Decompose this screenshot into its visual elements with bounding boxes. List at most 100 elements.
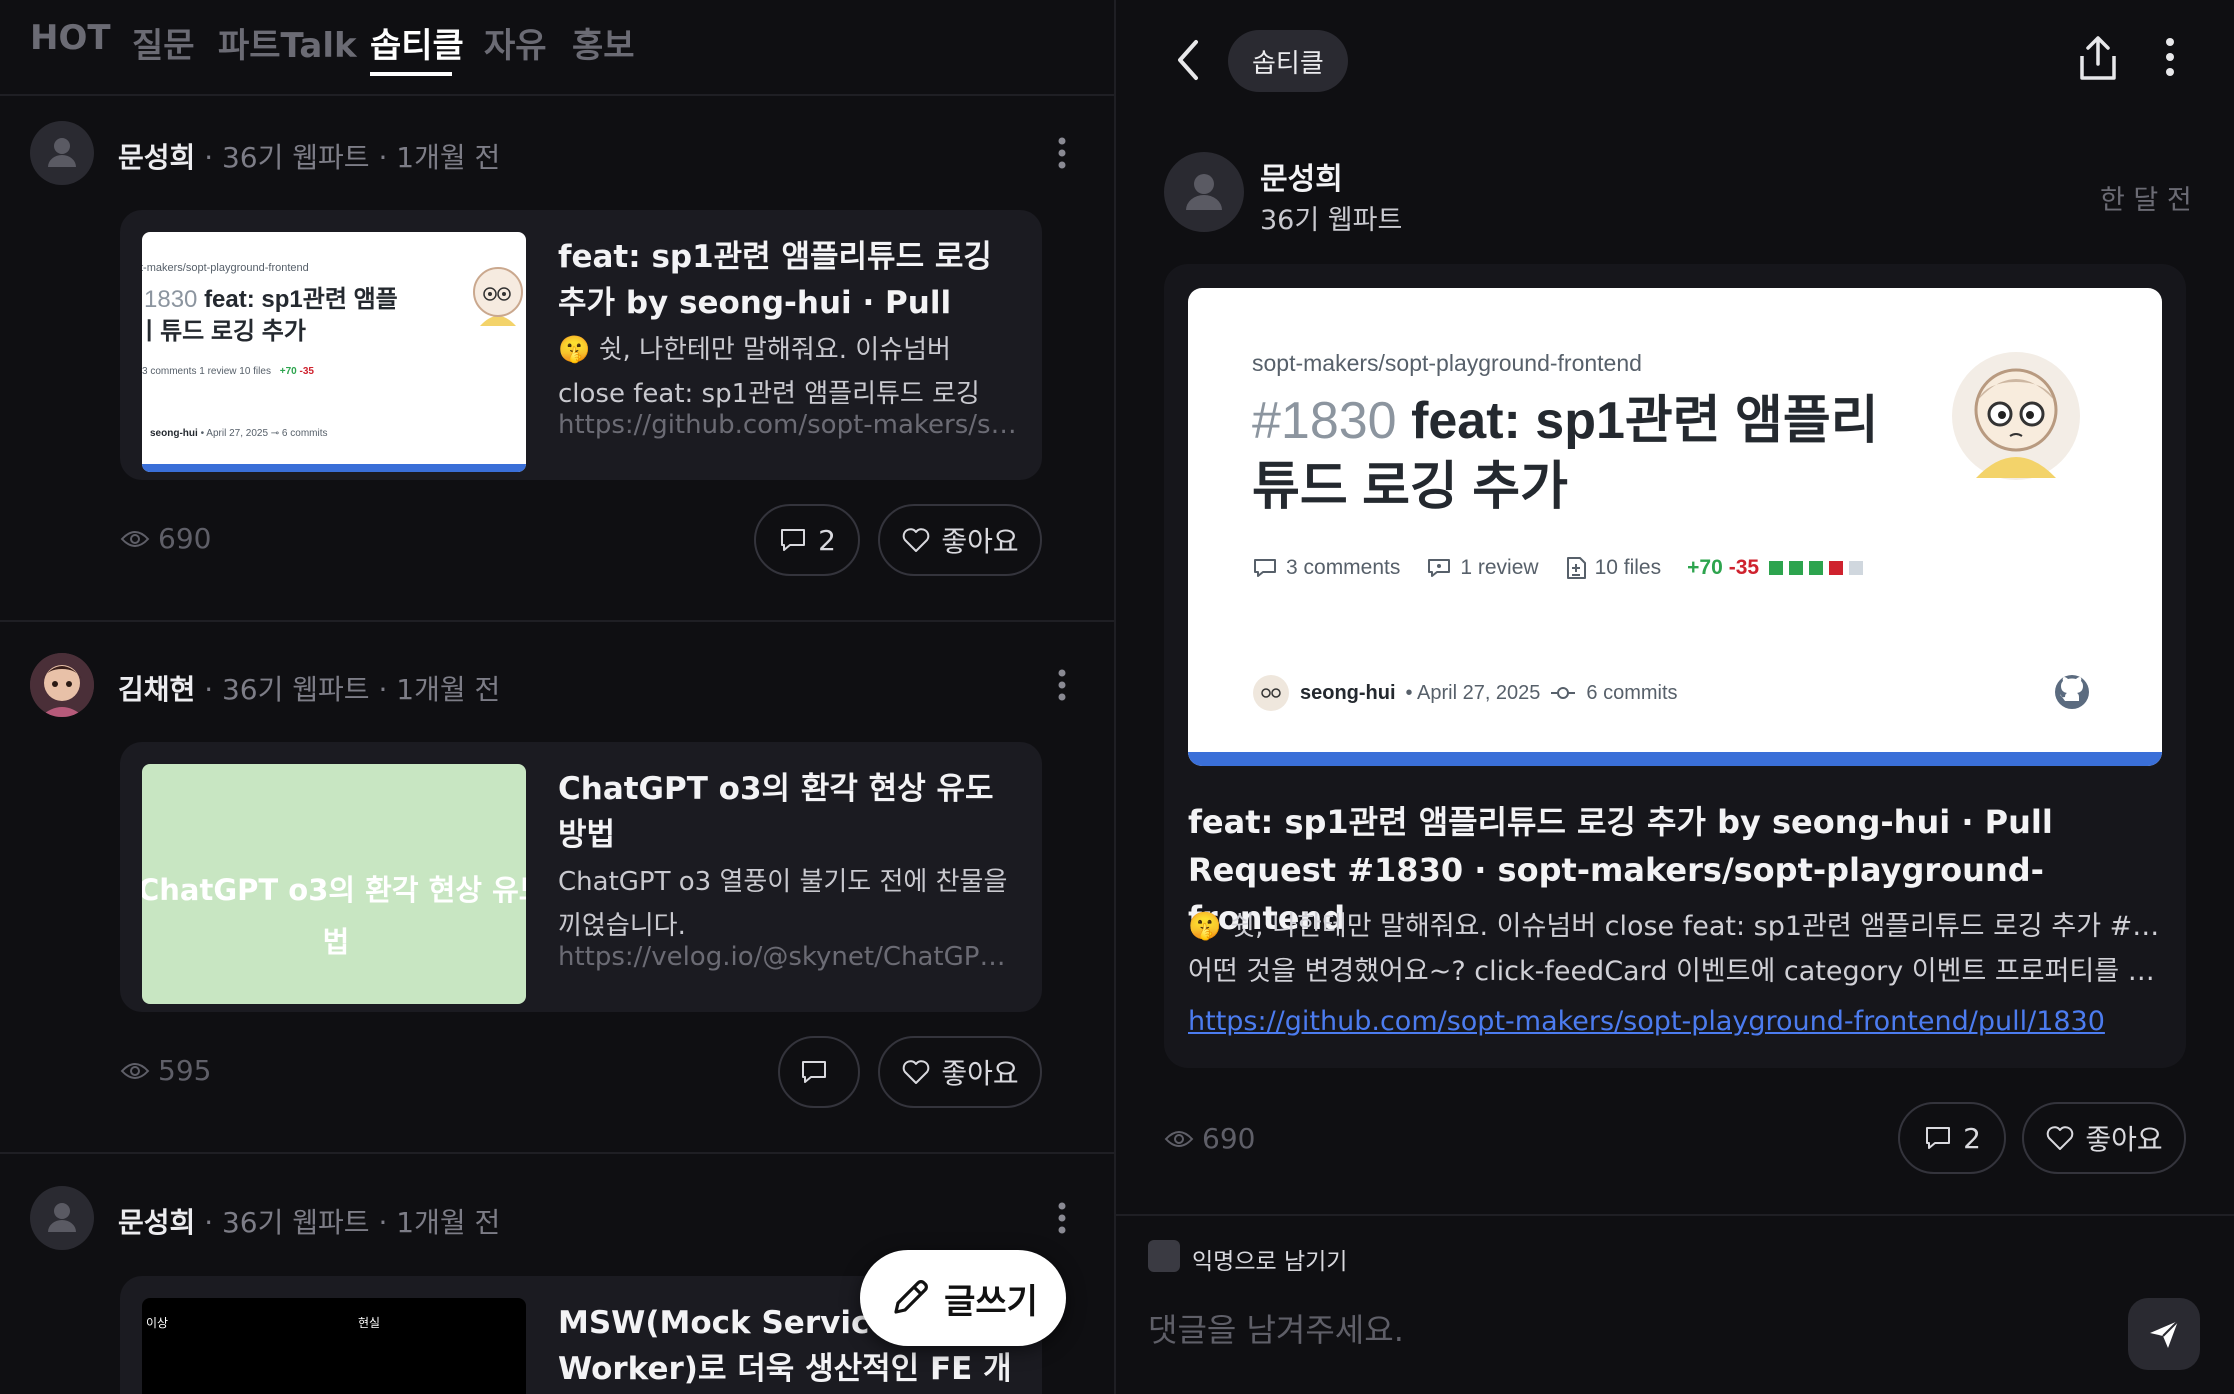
default-user-icon [48,138,76,167]
author-name[interactable]: 문성희 [118,141,195,174]
user-photo-icon [30,653,94,717]
thumb-stats: 3 comments 1 review 10 files +70 -35 [142,366,314,377]
feed-panel: HOT 질문 파트Talk 솝티클 자유 홍보 문성희 · 36기 웹파트 · … [0,0,1114,1394]
like-label: 좋아요 [941,525,1019,558]
tab-soptikle[interactable]: 솝티클 [370,18,464,67]
thumb-repo: t-makers/sopt-playground-frontend [142,262,309,274]
thumb-stats-text: 3 comments 1 review 10 files [142,366,271,377]
avatar[interactable] [30,121,94,185]
comment-icon [1254,559,1276,577]
author-name[interactable]: 문성희 [118,1206,195,1239]
review-icon [1428,559,1451,577]
link-description-line2: 어떤 것을 변경했어요~? click-feedCard 이벤트에 catego… [1188,956,2168,987]
og-pr-number: #1830 [1252,392,1397,450]
og-user: seong-hui [1300,681,1396,704]
more-options-icon[interactable] [2160,36,2180,78]
view-count-value: 690 [1202,1122,1256,1155]
link-description-line1: 🤫 쉿, 나한테만 말해줘요. 이슈넘버 close feat: sp1관련 앰… [1188,911,2168,942]
tab-question[interactable]: 질문 [132,18,195,67]
view-count: 690 [120,522,211,555]
heart-icon [903,1060,930,1084]
write-post-button[interactable]: 글쓰기 [860,1250,1066,1346]
link-url[interactable]: https://github.com/sopt-makers/s… [558,410,1018,440]
heart-icon [2047,1126,2074,1150]
anonymous-label: 익명으로 남기기 [1192,1249,1348,1275]
tab-hot[interactable]: HOT [30,18,111,58]
link-title[interactable]: feat: sp1관련 앰플리튜드 로깅 추가 by seong-hui · P… [558,234,1018,326]
og-stats: 3 comments 1 review 10 files +70 -35 [1252,556,1864,580]
thumb-right-label: 현실 [358,1316,381,1330]
link-preview-card[interactable]: t-makers/sopt-playground-frontend 1830 f… [120,210,1042,480]
active-tab-indicator [370,72,452,76]
author-name[interactable]: 문성희 [1260,154,1343,198]
og-comments: 3 comments [1286,556,1401,579]
thumb-diff-add: +70 [279,366,297,377]
og-repo: sopt-makers/sopt-playground-frontend [1252,350,1642,376]
avatar[interactable] [30,1186,94,1250]
link-title[interactable]: ChatGPT o3의 환각 현상 유도 방법 [558,766,1018,858]
avatar[interactable] [1164,152,1244,232]
view-count-value: 690 [158,522,212,555]
og-commits: 6 commits [1586,681,1678,704]
view-count: 690 [1164,1122,1255,1155]
post-time: 한 달 전 [2100,185,2192,216]
author-name[interactable]: 김채현 [118,673,195,706]
category-tabs: HOT 질문 파트Talk 솝티클 자유 홍보 [0,0,1114,96]
avatar[interactable] [30,653,94,717]
og-date: • April 27, 2025 [1405,681,1541,704]
like-button[interactable]: 좋아요 [2022,1102,2186,1174]
thumb-diff-del: -35 [299,366,314,377]
comment-section-divider [1116,1214,2234,1216]
post-detail-panel: 솝티클 문성희 36기 웹파트 한 달 전 sopt-makers/sopt-p… [1116,0,2234,1394]
link-url[interactable]: https://github.com/sopt-makers/sopt-play… [1188,1006,2105,1037]
post-divider [0,1152,1114,1154]
comment-input[interactable] [1148,1298,2068,1362]
comment-count: 2 [818,523,836,557]
more-options-icon[interactable] [1052,133,1072,173]
thumb-footer: seong-hui • April 27, 2025 ⊸ 6 commits [150,428,328,439]
comment-count: 2 [1963,1121,1981,1155]
post-author-line: 문성희 · 36기 웹파트 · 1개월 전 [118,136,500,176]
pencil-icon [894,1280,928,1314]
file-diff-icon [1566,557,1586,579]
og-accent-bar [1188,752,2162,766]
og-footer: seong-hui • April 27, 2025 6 commits [1252,674,1678,712]
comment-button[interactable]: 2 [754,504,860,576]
og-image: sopt-makers/sopt-playground-frontend #18… [1188,288,2162,766]
comment-button[interactable] [778,1036,860,1108]
send-comment-button[interactable] [2128,1298,2200,1370]
link-url[interactable]: https://velog.io/@skynet/ChatGP… [558,942,1018,972]
more-options-icon[interactable] [1052,1198,1072,1238]
thumb-left-label: 이상 [146,1316,169,1330]
thumb-title: 1830 feat: sp1관련 앰플 ㅣ튜드 로깅 추가 [142,284,398,348]
comment-icon [781,529,806,551]
like-button[interactable]: 좋아요 [878,504,1042,576]
tab-part-talk[interactable]: 파트Talk [218,18,357,67]
tab-free[interactable]: 자유 [484,18,547,67]
comment-button[interactable]: 2 [1898,1102,2006,1174]
eye-icon [120,530,150,547]
tab-promotion[interactable]: 홍보 [572,18,635,67]
category-chip[interactable]: 솝티클 [1228,30,1348,92]
more-options-icon[interactable] [1052,665,1072,705]
anonymous-checkbox[interactable] [1148,1240,1180,1272]
link-thumbnail: t-makers/sopt-playground-frontend 1830 f… [142,232,526,472]
thumb-line1: ChatGPT o3의 환각 현상 유도 [142,873,526,907]
thumb-footer-meta: • April 27, 2025 ⊸ 6 commits [200,428,328,439]
share-icon[interactable] [2076,34,2120,82]
like-label: 좋아요 [941,1057,1019,1090]
thumb-user: seong-hui [150,428,198,439]
eye-icon [120,1062,150,1079]
author-meta: · 36기 웹파트 · 1개월 전 [204,1206,501,1239]
link-preview-card[interactable]: ChatGPT o3의 환각 현상 유도 법 ChatGPT o3의 환각 현상… [120,742,1042,1012]
send-icon [2150,1320,2179,1348]
thumb-title-b: ㅣ튜드 로깅 추가 [142,318,306,345]
thumb-title-a: feat: sp1관련 앰플 [204,286,398,313]
og-diff-add: +70 [1687,556,1723,579]
og-diff-del: -35 [1728,556,1760,579]
back-icon[interactable] [1170,36,1206,84]
link-preview-card[interactable]: sopt-makers/sopt-playground-frontend #18… [1164,264,2186,1068]
like-button[interactable]: 좋아요 [878,1036,1042,1108]
og-review: 1 review [1460,556,1539,579]
author-meta: · 36기 웹파트 · 1개월 전 [204,673,501,706]
